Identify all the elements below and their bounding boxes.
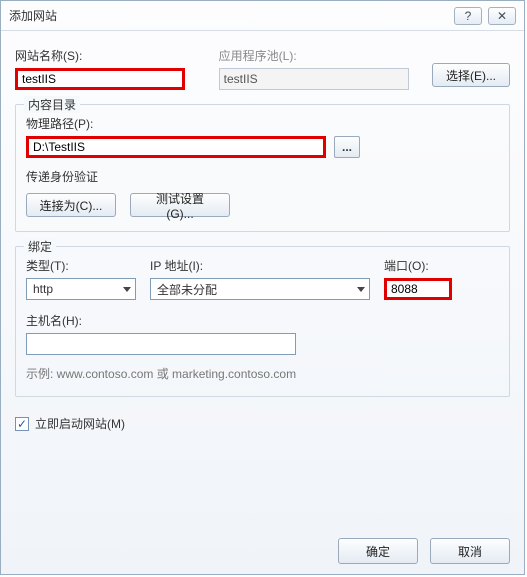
host-example: 示例: www.contoso.com 或 marketing.contoso.…: [26, 365, 499, 382]
start-immediately-checkbox[interactable]: ✓: [15, 417, 29, 431]
phys-path-label: 物理路径(P):: [26, 115, 499, 132]
window-title: 添加网站: [9, 7, 448, 24]
cancel-button[interactable]: 取消: [430, 538, 510, 564]
site-name-input[interactable]: [15, 68, 185, 90]
test-settings-button[interactable]: 测试设置(G)...: [130, 193, 230, 217]
start-immediately-row: ✓ 立即启动网站(M): [15, 415, 510, 432]
connect-as-button[interactable]: 连接为(C)...: [26, 193, 116, 217]
site-name-label: 网站名称(S):: [15, 47, 199, 64]
close-button[interactable]: ✕: [488, 7, 516, 25]
binding-group: 绑定 类型(T): http IP 地址(I): 全部未分配: [15, 246, 510, 397]
port-input[interactable]: [384, 278, 452, 300]
apppool-label: 应用程序池(L):: [219, 47, 412, 64]
port-label: 端口(O):: [384, 257, 464, 274]
type-value: http: [33, 282, 53, 296]
dialog-footer: 确定 取消: [338, 538, 510, 564]
chevron-down-icon: [123, 287, 131, 292]
host-label: 主机名(H):: [26, 312, 499, 329]
ip-select[interactable]: 全部未分配: [150, 278, 370, 300]
check-icon: ✓: [17, 418, 27, 430]
titlebar: 添加网站 ? ✕: [1, 1, 524, 31]
type-select[interactable]: http: [26, 278, 136, 300]
type-label: 类型(T):: [26, 257, 136, 274]
auth-label: 传递身份验证: [26, 168, 499, 185]
content-legend: 内容目录: [24, 96, 80, 113]
browse-button[interactable]: ...: [334, 136, 360, 158]
host-input[interactable]: [26, 333, 296, 355]
apppool-display: [219, 68, 409, 90]
binding-legend: 绑定: [24, 238, 56, 255]
select-apppool-button[interactable]: 选择(E)...: [432, 63, 510, 87]
ip-label: IP 地址(I):: [150, 257, 370, 274]
dialog-body: 网站名称(S): 应用程序池(L): 选择(E)... 内容目录 物理路径(P)…: [1, 31, 524, 432]
content-group: 内容目录 物理路径(P): ... 传递身份验证 连接为(C)... 测试设置(…: [15, 104, 510, 232]
ok-button[interactable]: 确定: [338, 538, 418, 564]
start-immediately-label: 立即启动网站(M): [35, 415, 125, 432]
dialog-window: 添加网站 ? ✕ 网站名称(S): 应用程序池(L): 选择(E)... 内容目…: [0, 0, 525, 575]
help-button[interactable]: ?: [454, 7, 482, 25]
ip-value: 全部未分配: [157, 281, 217, 298]
phys-path-input[interactable]: [26, 136, 326, 158]
chevron-down-icon: [357, 287, 365, 292]
